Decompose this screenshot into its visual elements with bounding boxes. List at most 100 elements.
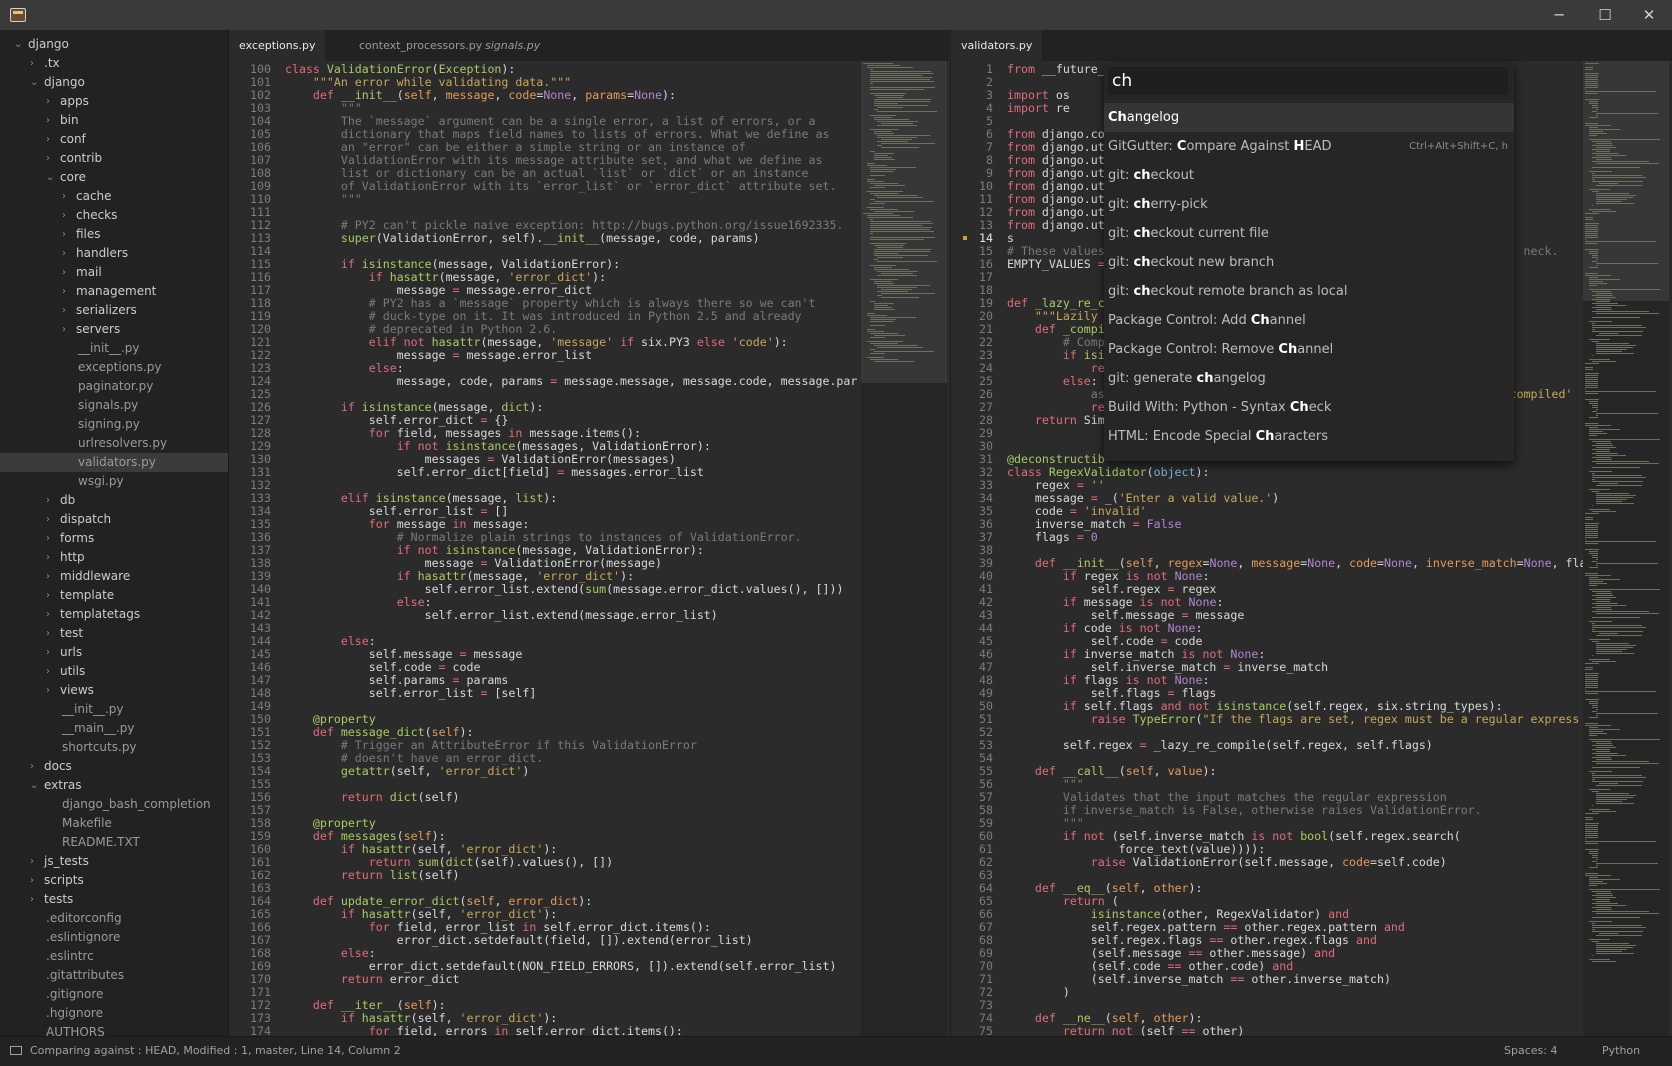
tree-folder[interactable]: › forms	[0, 529, 228, 548]
chevron-right-icon[interactable]: ›	[62, 282, 66, 301]
tree-file[interactable]: README.TXT	[0, 833, 228, 852]
tree-file[interactable]: .gitattributes	[0, 966, 228, 985]
chevron-right-icon[interactable]: ›	[62, 320, 66, 339]
tree-file[interactable]: shortcuts.py	[0, 738, 228, 757]
tab-exceptions-py[interactable]: exceptions.py	[229, 30, 326, 61]
tree-file[interactable]: .gitignore	[0, 985, 228, 1004]
syntax-status[interactable]: Python	[1602, 1037, 1640, 1065]
tree-folder[interactable]: › cache	[0, 187, 228, 206]
chevron-right-icon[interactable]: ›	[30, 852, 34, 871]
tree-file[interactable]: exceptions.py	[0, 358, 228, 377]
tree-folder[interactable]: › utils	[0, 662, 228, 681]
chevron-right-icon[interactable]: ›	[62, 206, 66, 225]
tab-signals-py[interactable]: signals.py	[475, 30, 550, 61]
command-palette-item[interactable]: Package Control: Add Channel	[1104, 306, 1514, 335]
command-palette-item[interactable]: Package Control: Remove Channel	[1104, 335, 1514, 364]
tree-file[interactable]: __init__.py	[0, 700, 228, 719]
tree-folder[interactable]: ⌄ extras	[0, 776, 228, 795]
command-palette-item[interactable]: GitGutter: Compare Against HEAD Ctrl+Alt+…	[1104, 132, 1514, 161]
command-palette-item[interactable]: git: generate changelog	[1104, 364, 1514, 393]
chevron-down-icon[interactable]: ⌄	[46, 168, 54, 187]
tree-folder[interactable]: › scripts	[0, 871, 228, 890]
tree-folder[interactable]: › test	[0, 624, 228, 643]
tree-file[interactable]: .eslintignore	[0, 928, 228, 947]
close-button[interactable]: ✕	[1626, 0, 1672, 30]
chevron-right-icon[interactable]: ›	[46, 643, 50, 662]
chevron-right-icon[interactable]: ›	[46, 529, 50, 548]
tree-file[interactable]: .hgignore	[0, 1004, 228, 1023]
tree-folder[interactable]: › checks	[0, 206, 228, 225]
tree-folder[interactable]: › js_tests	[0, 852, 228, 871]
panel-toggle-icon[interactable]	[10, 1046, 22, 1055]
command-palette-item[interactable]: git: cherry-pick	[1104, 190, 1514, 219]
chevron-right-icon[interactable]: ›	[46, 548, 50, 567]
tree-folder[interactable]: ⌄ django	[0, 35, 228, 54]
tree-file[interactable]: django_bash_completion	[0, 795, 228, 814]
tree-file[interactable]: signals.py	[0, 396, 228, 415]
minimap-left[interactable]	[861, 61, 947, 1036]
tree-folder[interactable]: › apps	[0, 92, 228, 111]
chevron-right-icon[interactable]: ›	[62, 244, 66, 263]
chevron-right-icon[interactable]: ›	[46, 662, 50, 681]
tree-folder[interactable]: › bin	[0, 111, 228, 130]
tree-folder[interactable]: › dispatch	[0, 510, 228, 529]
tree-folder[interactable]: › tests	[0, 890, 228, 909]
tree-folder[interactable]: ⌄ core	[0, 168, 228, 187]
code-area-left[interactable]: 100 class ValidationError(Exception): 101 …	[229, 61, 859, 1037]
tree-file[interactable]: signing.py	[0, 415, 228, 434]
chevron-right-icon[interactable]: ›	[62, 301, 66, 320]
chevron-down-icon[interactable]: ⌄	[30, 73, 38, 92]
chevron-right-icon[interactable]: ›	[46, 130, 50, 149]
command-palette-item[interactable]: git: checkout	[1104, 161, 1514, 190]
chevron-down-icon[interactable]: ⌄	[14, 35, 22, 54]
maximize-button[interactable]: ☐	[1582, 0, 1628, 30]
indentation-status[interactable]: Spaces: 4	[1504, 1037, 1557, 1065]
tree-folder[interactable]: › docs	[0, 757, 228, 776]
chevron-right-icon[interactable]: ›	[46, 567, 50, 586]
chevron-right-icon[interactable]: ›	[46, 149, 50, 168]
chevron-right-icon[interactable]: ›	[46, 92, 50, 111]
tree-folder[interactable]: › urls	[0, 643, 228, 662]
chevron-right-icon[interactable]: ›	[46, 510, 50, 529]
chevron-right-icon[interactable]: ›	[46, 605, 50, 624]
tree-folder[interactable]: › handlers	[0, 244, 228, 263]
command-palette-item[interactable]: git: checkout new branch	[1104, 248, 1514, 277]
chevron-right-icon[interactable]: ›	[30, 871, 34, 890]
tree-folder[interactable]: › serializers	[0, 301, 228, 320]
tree-file[interactable]: .eslintrc	[0, 947, 228, 966]
chevron-right-icon[interactable]: ›	[62, 225, 66, 244]
tree-folder[interactable]: › mail	[0, 263, 228, 282]
chevron-right-icon[interactable]: ›	[46, 624, 50, 643]
chevron-right-icon[interactable]: ›	[30, 890, 34, 909]
tree-folder[interactable]: › views	[0, 681, 228, 700]
tree-file[interactable]: __init__.py	[0, 339, 228, 358]
tree-folder[interactable]: ⌄ django	[0, 73, 228, 92]
chevron-right-icon[interactable]: ›	[30, 757, 34, 776]
chevron-right-icon[interactable]: ›	[46, 111, 50, 130]
command-palette-item[interactable]: Build With: Python - Syntax Check	[1104, 393, 1514, 422]
tree-folder[interactable]: › template	[0, 586, 228, 605]
command-palette-item[interactable]: git: checkout current file	[1104, 219, 1514, 248]
tree-folder[interactable]: › contrib	[0, 149, 228, 168]
tree-file[interactable]: __main__.py	[0, 719, 228, 738]
tree-folder[interactable]: › .tx	[0, 54, 228, 73]
tree-file[interactable]: .editorconfig	[0, 909, 228, 928]
chevron-right-icon[interactable]: ›	[30, 54, 34, 73]
minimap-right[interactable]	[1583, 61, 1669, 1036]
chevron-down-icon[interactable]: ⌄	[30, 776, 38, 795]
tree-file[interactable]: urlresolvers.py	[0, 434, 228, 453]
tree-file[interactable]: AUTHORS	[0, 1023, 228, 1036]
minimize-button[interactable]: ─	[1536, 0, 1582, 30]
tree-file[interactable]: Makefile	[0, 814, 228, 833]
command-palette-item[interactable]: git: checkout remote branch as local	[1104, 277, 1514, 306]
tab-validators-py[interactable]: validators.py	[951, 30, 1043, 61]
tree-folder[interactable]: › http	[0, 548, 228, 567]
tree-folder[interactable]: › db	[0, 491, 228, 510]
chevron-right-icon[interactable]: ›	[62, 263, 66, 282]
chevron-right-icon[interactable]: ›	[46, 681, 50, 700]
command-palette-input[interactable]: ch	[1108, 67, 1508, 95]
tree-folder[interactable]: › files	[0, 225, 228, 244]
tree-file[interactable]: validators.py	[0, 453, 228, 472]
chevron-right-icon[interactable]: ›	[62, 187, 66, 206]
tree-file[interactable]: wsgi.py	[0, 472, 228, 491]
